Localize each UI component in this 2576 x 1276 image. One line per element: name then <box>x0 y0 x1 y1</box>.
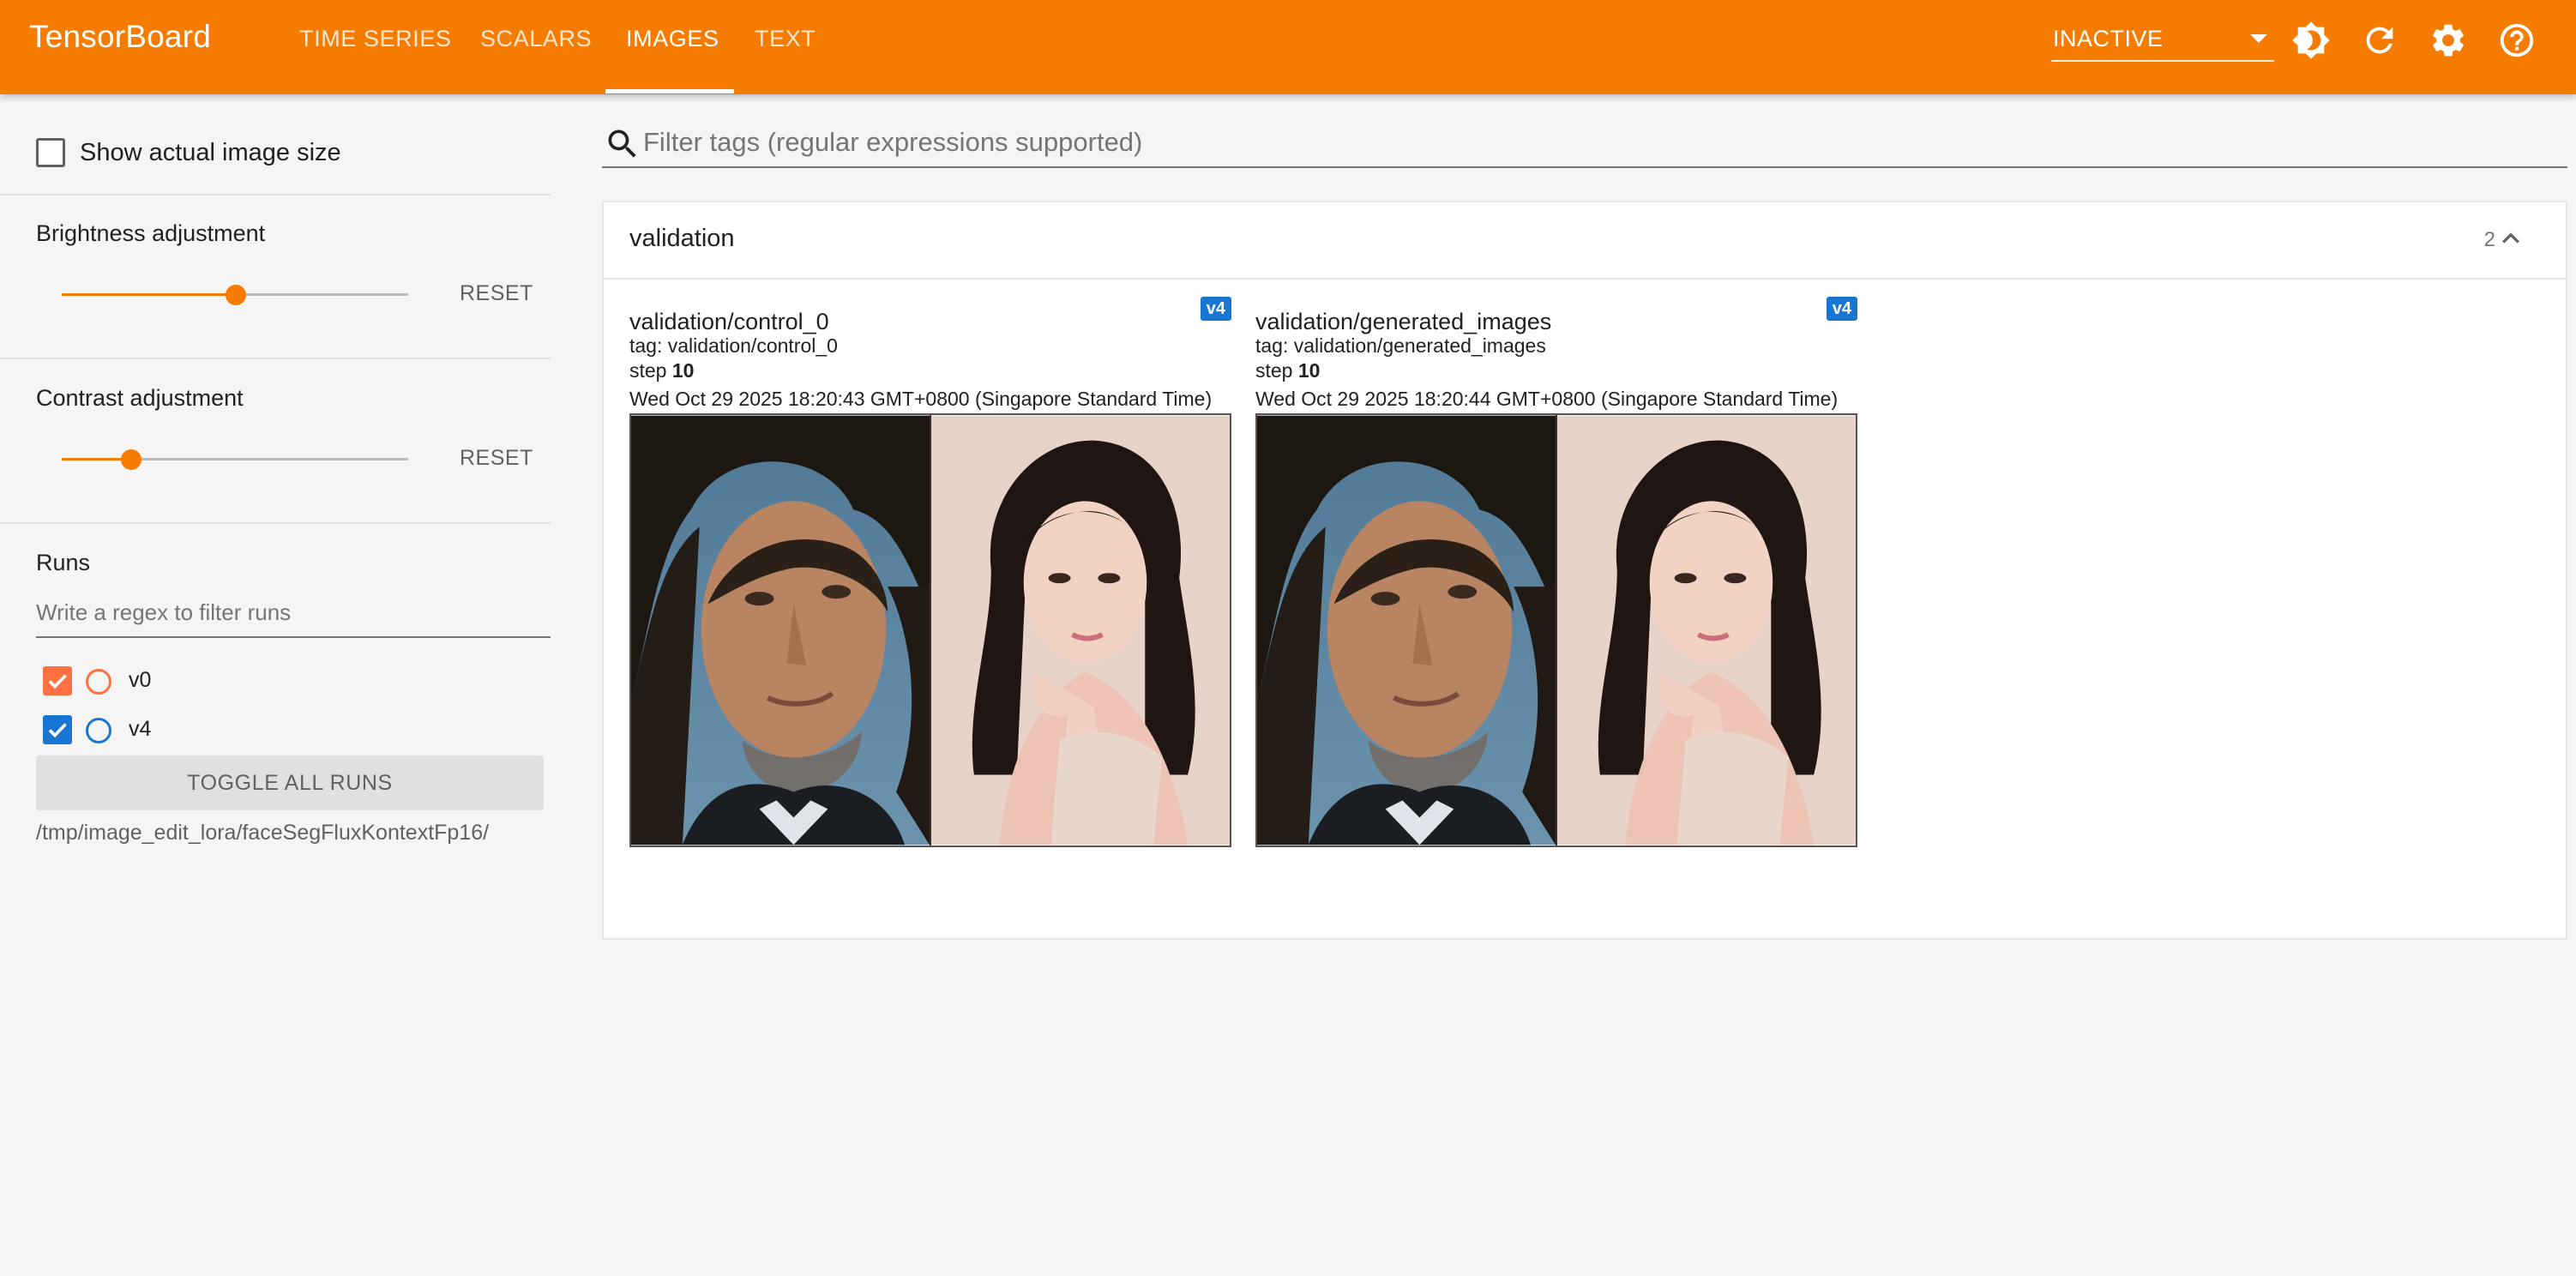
tag-group-card: validation 2 validation/control_0 v4 tag… <box>602 201 2567 940</box>
chevron-down-icon <box>2250 34 2267 43</box>
brightness-slider-thumb[interactable] <box>226 284 246 305</box>
status-select-value: INACTIVE <box>2053 26 2164 51</box>
tab-time-series[interactable]: TIME SERIES <box>299 26 452 52</box>
step-value: 10 <box>671 359 695 382</box>
run-color-radio-v4[interactable] <box>86 718 111 743</box>
runs-filter-input[interactable] <box>36 595 551 638</box>
image-display[interactable] <box>629 413 1231 847</box>
tab-text[interactable]: TEXT <box>755 26 816 52</box>
brightness-slider-fill <box>62 293 236 296</box>
run-checkbox-v0[interactable] <box>43 666 72 695</box>
tab-scalars[interactable]: SCALARS <box>480 26 592 52</box>
toggle-all-runs-button[interactable]: TOGGLE ALL RUNS <box>36 755 544 810</box>
settings-icon[interactable] <box>2429 21 2468 60</box>
image-display[interactable] <box>1255 413 1857 847</box>
step-label: step <box>629 359 667 382</box>
log-directory: /tmp/image_edit_lora/faceSegFluxKontextF… <box>36 821 490 845</box>
tab-images[interactable]: IMAGES <box>626 26 719 52</box>
tag-filter <box>602 120 2567 168</box>
app-brand[interactable]: TensorBoard <box>29 19 211 55</box>
image-step: step 10 <box>1255 359 1320 382</box>
active-tab-indicator <box>605 89 734 93</box>
run-checkbox-v4[interactable] <box>43 715 72 744</box>
show-actual-size-checkbox[interactable] <box>36 138 65 167</box>
reload-icon[interactable] <box>2360 21 2399 60</box>
portrait-woman-image <box>931 415 1230 846</box>
portrait-woman-image <box>1557 415 1856 846</box>
image-step: step 10 <box>629 359 694 382</box>
tag-group-header[interactable]: validation 2 <box>604 202 2566 280</box>
contrast-slider-thumb[interactable] <box>121 448 141 470</box>
image-title: validation/generated_images <box>1255 309 1552 334</box>
top-app-bar: TensorBoard TIME SERIES SCALARS IMAGES T… <box>0 0 2576 94</box>
chevron-up-icon[interactable] <box>2494 221 2528 256</box>
run-badge: v4 <box>1200 297 1231 321</box>
step-label: step <box>1255 359 1293 382</box>
image-tag: tag: validation/generated_images <box>1255 334 1546 357</box>
image-card: validation/control_0 v4 tag: validation/… <box>629 297 1231 909</box>
portrait-man-image <box>1257 415 1556 846</box>
contrast-slider[interactable] <box>62 448 408 470</box>
status-select[interactable]: INACTIVE <box>2051 21 2274 62</box>
brightness-reset-button[interactable]: RESET <box>460 281 533 306</box>
run-badge: v4 <box>1826 297 1857 321</box>
runs-title: Runs <box>36 550 91 575</box>
step-value: 10 <box>1297 359 1321 382</box>
image-card: validation/generated_images v4 tag: vali… <box>1255 297 1857 909</box>
tag-filter-input[interactable] <box>643 123 2530 161</box>
divider <box>0 522 551 524</box>
image-timestamp: Wed Oct 29 2025 18:20:43 GMT+0800 (Singa… <box>629 388 1213 410</box>
image-timestamp: Wed Oct 29 2025 18:20:44 GMT+0800 (Singa… <box>1255 388 1839 410</box>
run-label-v0: v0 <box>129 668 152 692</box>
divider <box>0 194 551 196</box>
help-icon[interactable] <box>2497 21 2537 60</box>
brightness-icon[interactable] <box>2291 21 2331 60</box>
sidebar: Show actual image size Brightness adjust… <box>0 94 551 1276</box>
contrast-reset-button[interactable]: RESET <box>460 446 533 471</box>
brightness-title: Brightness adjustment <box>36 220 266 246</box>
run-label-v4: v4 <box>129 717 152 741</box>
portrait-man-image <box>631 415 930 846</box>
image-title: validation/control_0 <box>629 309 829 334</box>
search-icon <box>608 129 636 158</box>
tag-group-name: validation <box>629 225 735 252</box>
image-tag: tag: validation/control_0 <box>629 334 838 357</box>
run-color-radio-v0[interactable] <box>86 669 111 695</box>
brightness-slider[interactable] <box>62 284 408 305</box>
show-actual-size-label: Show actual image size <box>80 139 341 166</box>
divider <box>0 358 551 359</box>
contrast-title: Contrast adjustment <box>36 385 244 411</box>
